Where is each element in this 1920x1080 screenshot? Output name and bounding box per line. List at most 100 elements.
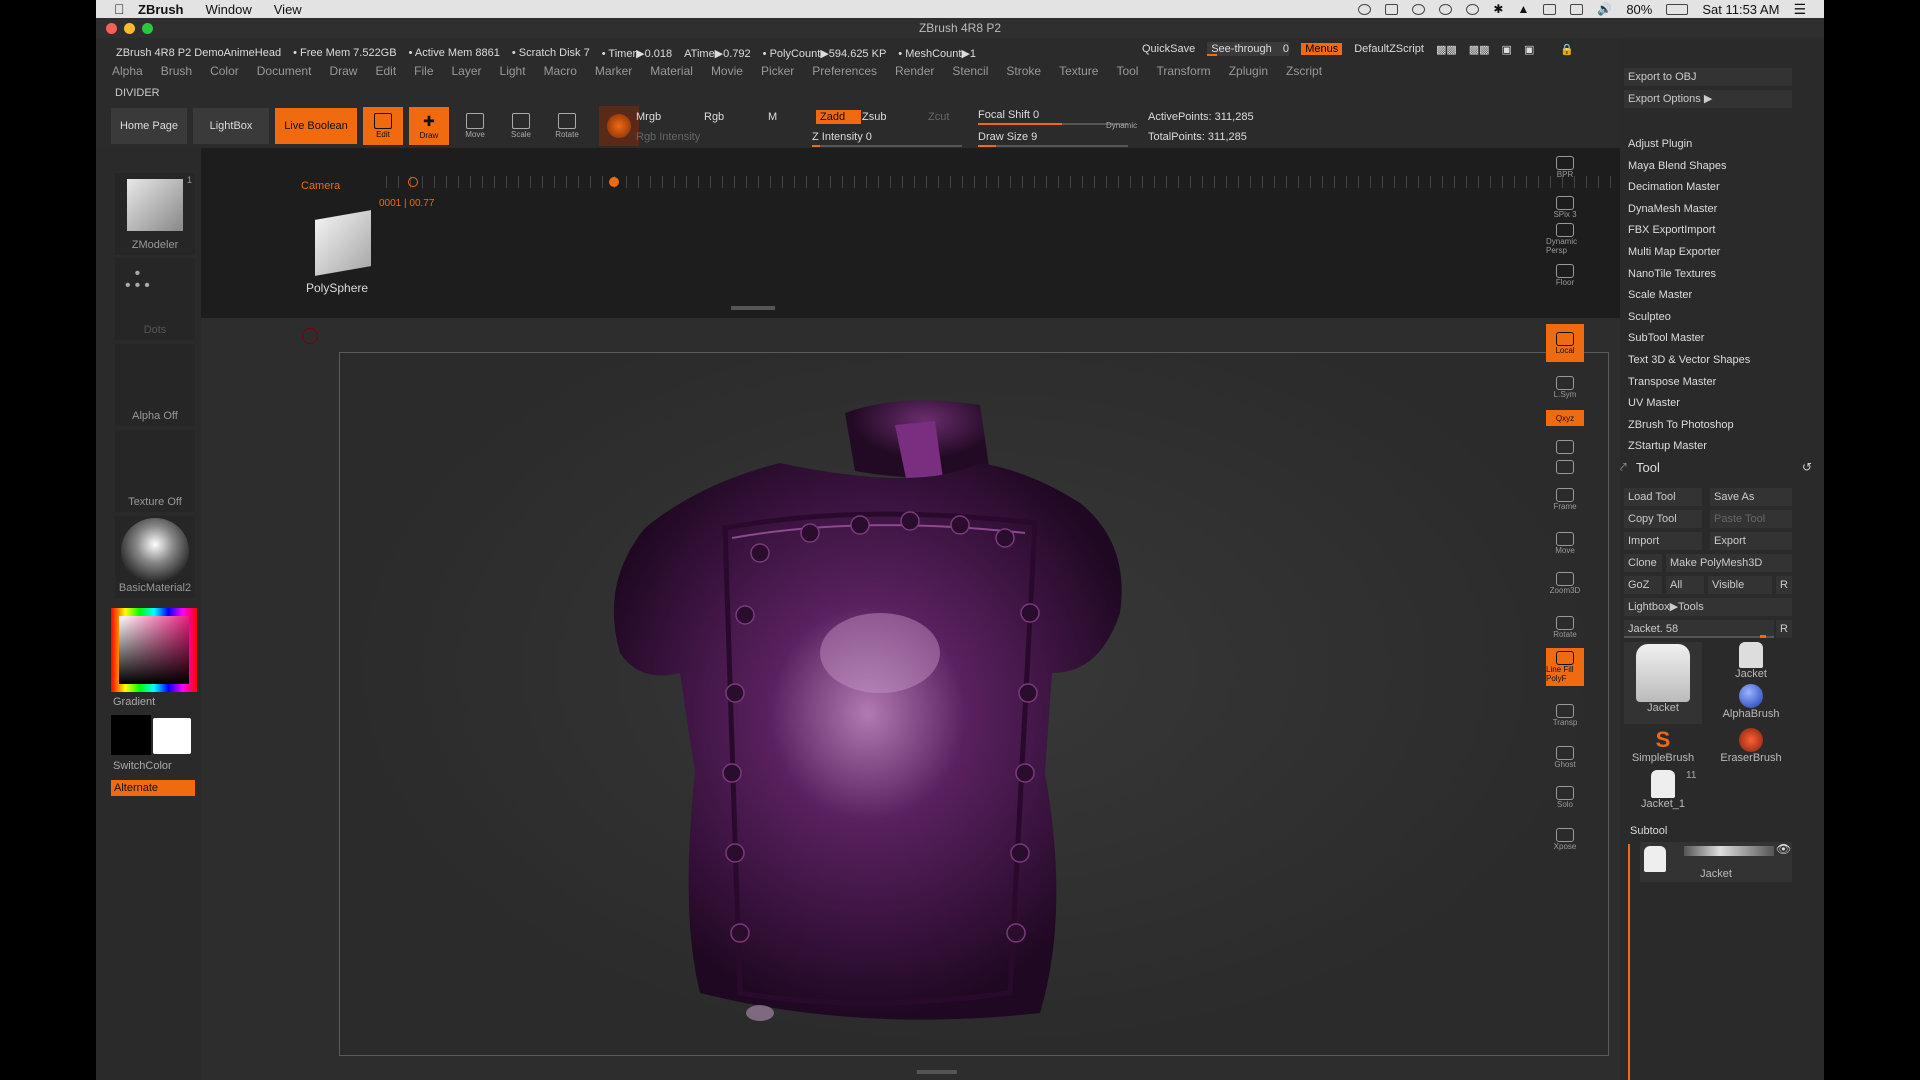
timeline-marker[interactable]: [408, 177, 418, 187]
shelf-axis-8-button[interactable]: [1546, 458, 1584, 476]
menus-toggle[interactable]: Menus: [1301, 43, 1343, 55]
shelf-dynamic-persp-button[interactable]: Dynamic Persp: [1546, 220, 1584, 258]
menu-window[interactable]: Window: [206, 2, 252, 17]
shelf-bpr-button[interactable]: BPR: [1546, 148, 1584, 186]
shelf-line-fill-polyf-button[interactable]: Line Fill PolyF: [1546, 648, 1584, 686]
wifi-icon[interactable]: ▲: [1517, 2, 1529, 16]
shelf-axis-7-button[interactable]: [1546, 438, 1584, 456]
apple-icon[interactable]: : [114, 2, 128, 16]
thumb-jacket-large[interactable]: Jacket: [1624, 642, 1702, 724]
tool-palette-header[interactable]: ⤤ Tool ↺: [1620, 458, 1824, 478]
zsub-toggle[interactable]: Zsub: [862, 111, 886, 123]
menu-movie[interactable]: Movie: [711, 64, 743, 80]
scale-mode-button[interactable]: Scale: [501, 107, 541, 145]
thumb-jacket-small[interactable]: Jacket: [1710, 642, 1792, 682]
collapse-icon[interactable]: ⤤: [1620, 460, 1627, 475]
plugin-nanotile-textures[interactable]: NanoTile Textures: [1628, 268, 1716, 280]
shelf-zoom3d-button[interactable]: Zoom3D: [1546, 564, 1584, 602]
draw-mode-button[interactable]: ✚ Draw: [409, 107, 449, 145]
visibility-eye-icon[interactable]: 👁: [1776, 842, 1791, 856]
keyboard-icon[interactable]: [1543, 3, 1557, 15]
tool-tile-zmodeler[interactable]: 1 ZModeler: [115, 173, 195, 255]
load-tool-button[interactable]: Load Tool: [1624, 488, 1702, 506]
shelf-xpose-button[interactable]: Xpose: [1546, 820, 1584, 858]
shelf-local-button[interactable]: Local: [1546, 324, 1584, 362]
thumb-alphabrush[interactable]: AlphaBrush: [1710, 684, 1792, 724]
current-tool-slider[interactable]: Jacket. 58: [1624, 620, 1774, 638]
menu-draw[interactable]: Draw: [329, 64, 357, 80]
plugin-decimation-master[interactable]: Decimation Master: [1628, 181, 1720, 193]
secondary-color-swatch[interactable]: [153, 718, 191, 754]
shelf-l-sym-button[interactable]: L.Sym: [1546, 368, 1584, 406]
make-polymesh3d-button[interactable]: Make PolyMesh3D: [1666, 554, 1792, 572]
reset-palette-icon[interactable]: ↺: [1802, 460, 1812, 474]
volume-icon[interactable]: 🔊: [1597, 2, 1612, 16]
plugin-sculpteo[interactable]: Sculpteo: [1628, 311, 1671, 323]
battery-percent[interactable]: 80%: [1626, 2, 1652, 17]
shelf-floor-button[interactable]: Floor: [1546, 256, 1584, 294]
move-mode-button[interactable]: Move: [455, 107, 495, 145]
menu-picker[interactable]: Picker: [761, 64, 794, 80]
menu-tool[interactable]: Tool: [1116, 64, 1138, 80]
zadd-toggle[interactable]: Zadd: [816, 110, 862, 124]
minimize-window-button[interactable]: [124, 23, 135, 34]
plugin-subtool-master[interactable]: SubTool Master: [1628, 332, 1704, 344]
timeline-key[interactable]: [609, 177, 619, 187]
color-saturation-square[interactable]: [119, 616, 189, 684]
home-page-button[interactable]: Home Page: [111, 108, 187, 144]
draw-size-slider[interactable]: Draw Size 9: [978, 131, 1128, 147]
viewport-bottom-handle[interactable]: [917, 1070, 957, 1074]
palette-2-icon[interactable]: ▣: [1524, 43, 1534, 56]
record-icon[interactable]: [1466, 3, 1480, 15]
paste-tool-button[interactable]: Paste Tool: [1710, 510, 1792, 528]
see-through-slider[interactable]: See-through 0: [1207, 42, 1290, 56]
menu-edit[interactable]: Edit: [375, 64, 396, 80]
export-to-obj-button[interactable]: Export to OBJ: [1624, 68, 1792, 86]
default-zscript-button[interactable]: DefaultZScript: [1354, 43, 1424, 55]
menu-alpha[interactable]: Alpha: [112, 64, 143, 80]
menu-layer[interactable]: Layer: [452, 64, 482, 80]
goz-button[interactable]: GoZ: [1624, 576, 1662, 594]
z-intensity-slider[interactable]: Z Intensity 0: [812, 131, 962, 147]
menu-render[interactable]: Render: [895, 64, 934, 80]
subtool-scroll-track[interactable]: [1628, 844, 1630, 1080]
menu-color[interactable]: Color: [210, 64, 239, 80]
stroke-tile-dots[interactable]: • ••• Dots: [115, 258, 195, 340]
alternate-button[interactable]: Alternate: [111, 780, 195, 796]
timeline-scrollbar[interactable]: [731, 306, 775, 310]
mrgb-toggle[interactable]: Mrgb: [636, 111, 661, 123]
menu-file[interactable]: File: [414, 64, 433, 80]
copy-tool-button[interactable]: Copy Tool: [1624, 510, 1702, 528]
plugin-dynamesh-master[interactable]: DynaMesh Master: [1628, 203, 1717, 215]
shelf-solo-button[interactable]: Solo: [1546, 778, 1584, 816]
primary-color-swatch[interactable]: [111, 715, 151, 755]
timeline-track[interactable]: [386, 176, 1631, 188]
import-button[interactable]: Import: [1624, 532, 1702, 550]
save-as-button[interactable]: Save As: [1710, 488, 1792, 506]
export-options-button[interactable]: Export Options ▶: [1624, 90, 1792, 108]
menu-stencil[interactable]: Stencil: [952, 64, 988, 80]
document-canvas[interactable]: [339, 352, 1609, 1056]
plugin-adjust-plugin[interactable]: Adjust Plugin: [1628, 138, 1692, 150]
alpha-tile[interactable]: Alpha Off: [115, 344, 195, 426]
notification-center-icon[interactable]: ☰: [1793, 1, 1806, 18]
goz-r-button[interactable]: R: [1776, 576, 1792, 594]
clock[interactable]: Sat 11:53 AM: [1702, 2, 1779, 17]
layout-icon[interactable]: ▩▩: [1436, 43, 1457, 56]
menu-preferences[interactable]: Preferences: [812, 64, 877, 80]
shelf-rotate-button[interactable]: Rotate: [1546, 608, 1584, 646]
material-tile[interactable]: BasicMaterial2: [115, 516, 195, 598]
menu-macro[interactable]: Macro: [544, 64, 577, 80]
lightbox-button[interactable]: LightBox: [193, 108, 269, 144]
bluetooth-icon[interactable]: ✱: [1493, 2, 1503, 16]
plugin-zbrush-to-photoshop[interactable]: ZBrush To Photoshop: [1628, 419, 1734, 431]
quicksave-button[interactable]: QuickSave: [1142, 43, 1195, 55]
jacket-model[interactable]: [340, 353, 1610, 1057]
goz-all-button[interactable]: All: [1666, 576, 1704, 594]
texture-tile[interactable]: Texture Off: [115, 430, 195, 512]
current-tool-r-button[interactable]: R: [1776, 620, 1792, 638]
plugin-text-3d-vector-shapes[interactable]: Text 3D & Vector Shapes: [1628, 354, 1750, 366]
shelf-ghost-button[interactable]: Ghost: [1546, 738, 1584, 776]
brush-preview-icon[interactable]: [599, 106, 639, 146]
search-icon[interactable]: [1439, 3, 1453, 15]
